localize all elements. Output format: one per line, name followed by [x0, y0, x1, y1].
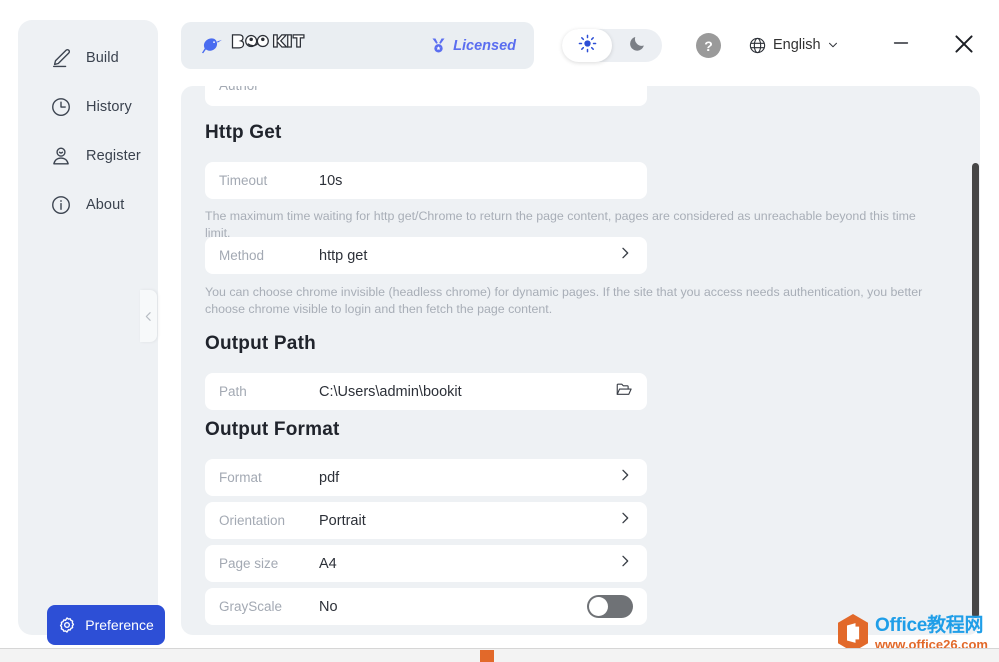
kiwi-bird-icon: [199, 35, 223, 57]
chevron-right-icon: [617, 553, 633, 574]
app-logo: [199, 33, 333, 58]
setting-row-author[interactable]: Author: [205, 86, 647, 106]
app-root: Build History: [0, 0, 999, 662]
settings-scroll-viewport: Author Http Get Timeout 10s The maximum …: [181, 86, 980, 635]
theme-option-light[interactable]: [562, 29, 612, 62]
setting-key: Author: [219, 86, 259, 93]
close-button[interactable]: [949, 31, 979, 61]
theme-option-dark[interactable]: [612, 29, 662, 62]
setting-row-timeout[interactable]: Timeout 10s: [205, 162, 647, 199]
license-badge[interactable]: Licensed: [430, 37, 516, 54]
setting-row-page-size[interactable]: Page size A4: [205, 545, 647, 582]
setting-value: pdf: [319, 470, 617, 486]
preference-label: Preference: [85, 617, 153, 633]
medal-icon: [430, 37, 447, 54]
language-selector[interactable]: English: [748, 34, 839, 56]
sidebar-item-register[interactable]: Register: [18, 138, 158, 174]
gear-icon: [58, 616, 76, 634]
help-button[interactable]: ?: [696, 33, 721, 58]
setting-key: Path: [219, 384, 319, 399]
sidebar-item-label: Register: [86, 148, 141, 164]
question-mark-icon: ?: [704, 38, 713, 54]
sidebar-item-label: Build: [86, 50, 119, 66]
minimize-button[interactable]: [886, 33, 916, 57]
sidebar-item-about[interactable]: About: [18, 187, 158, 223]
brand-wordmark: [230, 33, 333, 58]
taskbar-icon: [480, 650, 494, 662]
setting-value: C:\Users\admin\bookit: [319, 384, 615, 400]
section-title-output-path: Output Path: [205, 333, 316, 355]
section-title-output-format: Output Format: [205, 419, 340, 441]
globe-icon: [748, 36, 767, 55]
sun-icon: [578, 34, 597, 58]
sidebar-collapse-handle[interactable]: [140, 290, 157, 342]
scrollbar-thumb[interactable]: [972, 163, 979, 618]
setting-value: No: [319, 599, 587, 615]
setting-value: http get: [319, 248, 617, 264]
section-title-http-get: Http Get: [205, 122, 282, 144]
minimize-icon: [890, 32, 912, 59]
chevron-left-icon: [142, 310, 155, 323]
chevron-right-icon: [617, 467, 633, 488]
setting-key: Timeout: [219, 173, 319, 188]
setting-row-method[interactable]: Method http get: [205, 237, 647, 274]
settings-panel: Author Http Get Timeout 10s The maximum …: [181, 86, 980, 635]
setting-row-grayscale[interactable]: GrayScale No: [205, 588, 647, 625]
pencil-icon: [50, 47, 72, 69]
preference-button[interactable]: Preference: [47, 605, 165, 645]
chevron-down-icon: [827, 39, 839, 51]
info-icon: [50, 194, 72, 216]
setting-key: Page size: [219, 556, 319, 571]
user-icon: [50, 145, 72, 167]
setting-key: Format: [219, 470, 319, 485]
setting-value: A4: [319, 556, 617, 572]
language-label: English: [773, 37, 821, 53]
setting-key: GrayScale: [219, 599, 319, 614]
sidebar-item-build[interactable]: Build: [18, 40, 158, 76]
setting-row-orientation[interactable]: Orientation Portrait: [205, 502, 647, 539]
moon-icon: [628, 34, 647, 58]
sidebar-item-label: About: [86, 197, 124, 213]
brand-bar: Licensed: [181, 22, 534, 69]
clock-icon: [50, 96, 72, 118]
setting-key: Orientation: [219, 513, 319, 528]
setting-value: 10s: [319, 173, 633, 189]
toggle-knob: [589, 597, 608, 616]
setting-value: Portrait: [319, 513, 617, 529]
close-icon: [951, 31, 977, 62]
sidebar-item-history[interactable]: History: [18, 89, 158, 125]
setting-row-format[interactable]: Format pdf: [205, 459, 647, 496]
grayscale-toggle[interactable]: [587, 595, 633, 618]
watermark-url: www.office26.com: [875, 638, 988, 649]
app-window: Build History: [0, 0, 999, 648]
help-text-method: You can choose chrome invisible (headles…: [205, 284, 940, 318]
sidebar-item-label: History: [86, 99, 132, 115]
chevron-right-icon: [617, 245, 633, 266]
theme-toggle[interactable]: [562, 29, 662, 62]
setting-row-path[interactable]: Path C:\Users\admin\bookit: [205, 373, 647, 410]
folder-open-icon[interactable]: [615, 380, 633, 403]
chevron-right-icon: [617, 510, 633, 531]
setting-key: Method: [219, 248, 319, 263]
sidebar-nav: Build History: [18, 40, 158, 236]
license-label: Licensed: [453, 38, 516, 54]
desktop-strip: [0, 648, 999, 662]
sidebar: Build History: [18, 20, 158, 635]
